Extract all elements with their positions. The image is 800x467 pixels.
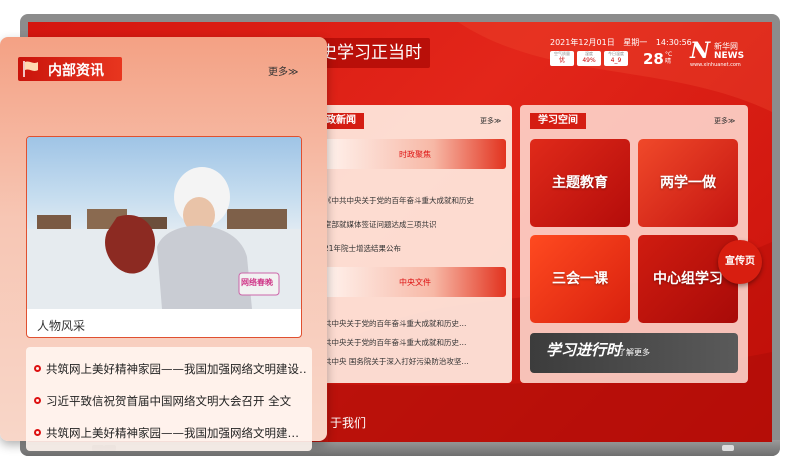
internal-news-list: 共筑网上美好精神家园——我国加强网络文明建设… 习近平致信祝贺首届中国网络文明大… — [26, 347, 312, 451]
weather-widget: 2021年12月01日 星期一 14:30:56 空气质量 优 湿度 49% 今… — [550, 38, 692, 70]
bullet-icon — [34, 365, 41, 372]
section-title: 时政聚焦 — [399, 150, 431, 159]
photo-badge: 网络春晚 — [241, 278, 273, 287]
logo-letter: N — [690, 38, 711, 64]
tile-two-studies[interactable]: 两学一做 — [638, 139, 738, 227]
metric-value: 优 — [558, 57, 565, 64]
power-button — [722, 445, 734, 451]
tile-theme-education[interactable]: 主题教育 — [530, 139, 630, 227]
list-item-text: 习近平致信祝贺首届中国网络文明大会召开 全文 — [46, 394, 292, 408]
list-item-text: 共筑网上美好精神家园——我国加强网络文明建… — [46, 426, 299, 440]
section-banner[interactable]: 时政聚焦 — [324, 139, 506, 169]
list-item-text: 共筑网上美好精神家园——我国加强网络文明建设… — [46, 362, 306, 376]
weather-metrics: 空气质量 优 湿度 49% 今日温度 4_9 — [550, 51, 628, 66]
date-time: 2021年12月01日 星期一 14:30:56 — [550, 38, 692, 48]
learn-more-button[interactable]: 学习进行时 了解更多 — [530, 333, 738, 373]
brush-title: 学习进行时 — [546, 341, 622, 359]
more-link[interactable]: 更多≫ — [268, 63, 298, 78]
section-title: 中央文件 — [399, 278, 431, 287]
list-item[interactable]: 共筑网上美好精神家园——我国加强网络文明建设… — [34, 361, 306, 377]
more-link[interactable]: 更多≫ — [480, 116, 501, 126]
date: 2021年12月01日 — [550, 38, 615, 47]
section-banner[interactable]: 中央文件 — [324, 267, 506, 297]
news-item[interactable]: 21年院士增选结果公布 — [324, 243, 506, 254]
featured-photo: 网络春晚 — [27, 137, 301, 309]
bullet-icon — [34, 397, 41, 404]
metric-value: 4_9 — [610, 57, 622, 64]
learn-more-label: 了解更多 — [618, 348, 650, 357]
weather-desc: 晴 — [665, 58, 672, 65]
list-item[interactable]: 共筑网上美好精神家园——我国加强网络文明建… — [34, 425, 306, 441]
news-item[interactable]: 共中央关于党的百年奋斗重大成就和历史… — [324, 337, 506, 348]
metric-value: 49% — [582, 57, 596, 64]
weekday: 星期一 — [623, 38, 648, 47]
card-title-bar: 内部资讯 — [18, 57, 122, 81]
air-quality: 空气质量 优 — [550, 51, 574, 66]
news-item[interactable]: 室部就媒体签证问题达成三项共识 — [324, 219, 506, 230]
featured-photo-card[interactable]: 网络春晚 人物风采 — [26, 136, 302, 338]
news-item[interactable]: 共中央关于党的百年奋斗重大成就和历史… — [324, 318, 506, 329]
temp-unit-label: °C — [665, 51, 673, 58]
temperature: 28 — [643, 50, 664, 68]
bullet-icon — [34, 429, 41, 436]
tile-three-meetings[interactable]: 三会一课 — [530, 235, 630, 323]
logo-url: www.xinhuanet.com — [690, 62, 741, 68]
logo-news: NEWS — [714, 51, 745, 61]
policy-news-panel: 政新闻 更多≫ 时政聚焦 《中共中央关于党的百年奋斗重大成就和历史 室部就媒体签… — [318, 105, 512, 383]
list-item[interactable]: 习近平致信祝贺首届中国网络文明大会召开 全文 — [34, 393, 306, 409]
more-link[interactable]: 更多≫ — [714, 116, 735, 126]
internal-news-card: 内部资讯 更多≫ 网络春晚 人物风采 共筑网上美好精神家园——我国加强网络文明建… — [0, 37, 327, 451]
flag-icon — [23, 61, 38, 77]
about-us-link[interactable]: 于我们 — [330, 414, 366, 431]
news-item[interactable]: 《中共中央关于党的百年奋斗重大成就和历史 — [324, 195, 506, 206]
temperature-range: 今日温度 4_9 — [604, 51, 628, 66]
news-item[interactable]: 共中央 国务院关于深入打好污染防治攻坚… — [324, 356, 506, 367]
photo-caption: 人物风采 — [37, 319, 86, 333]
humidity: 湿度 49% — [577, 51, 601, 66]
card-title: 内部资讯 — [48, 63, 104, 79]
learning-space-panel: 学习空间 更多≫ 主题教育 两学一做 三会一课 中心组学习 学习进行时 了解更多 — [520, 105, 748, 383]
temperature-unit: °C 晴 — [665, 51, 672, 65]
promo-page-button[interactable]: 宣传页 — [718, 240, 762, 284]
panel-title: 学习空间 — [530, 113, 586, 129]
xinhua-logo: N 新华网 NEWS www.xinhuanet.com — [690, 38, 760, 70]
time: 14:30:56 — [655, 38, 692, 47]
